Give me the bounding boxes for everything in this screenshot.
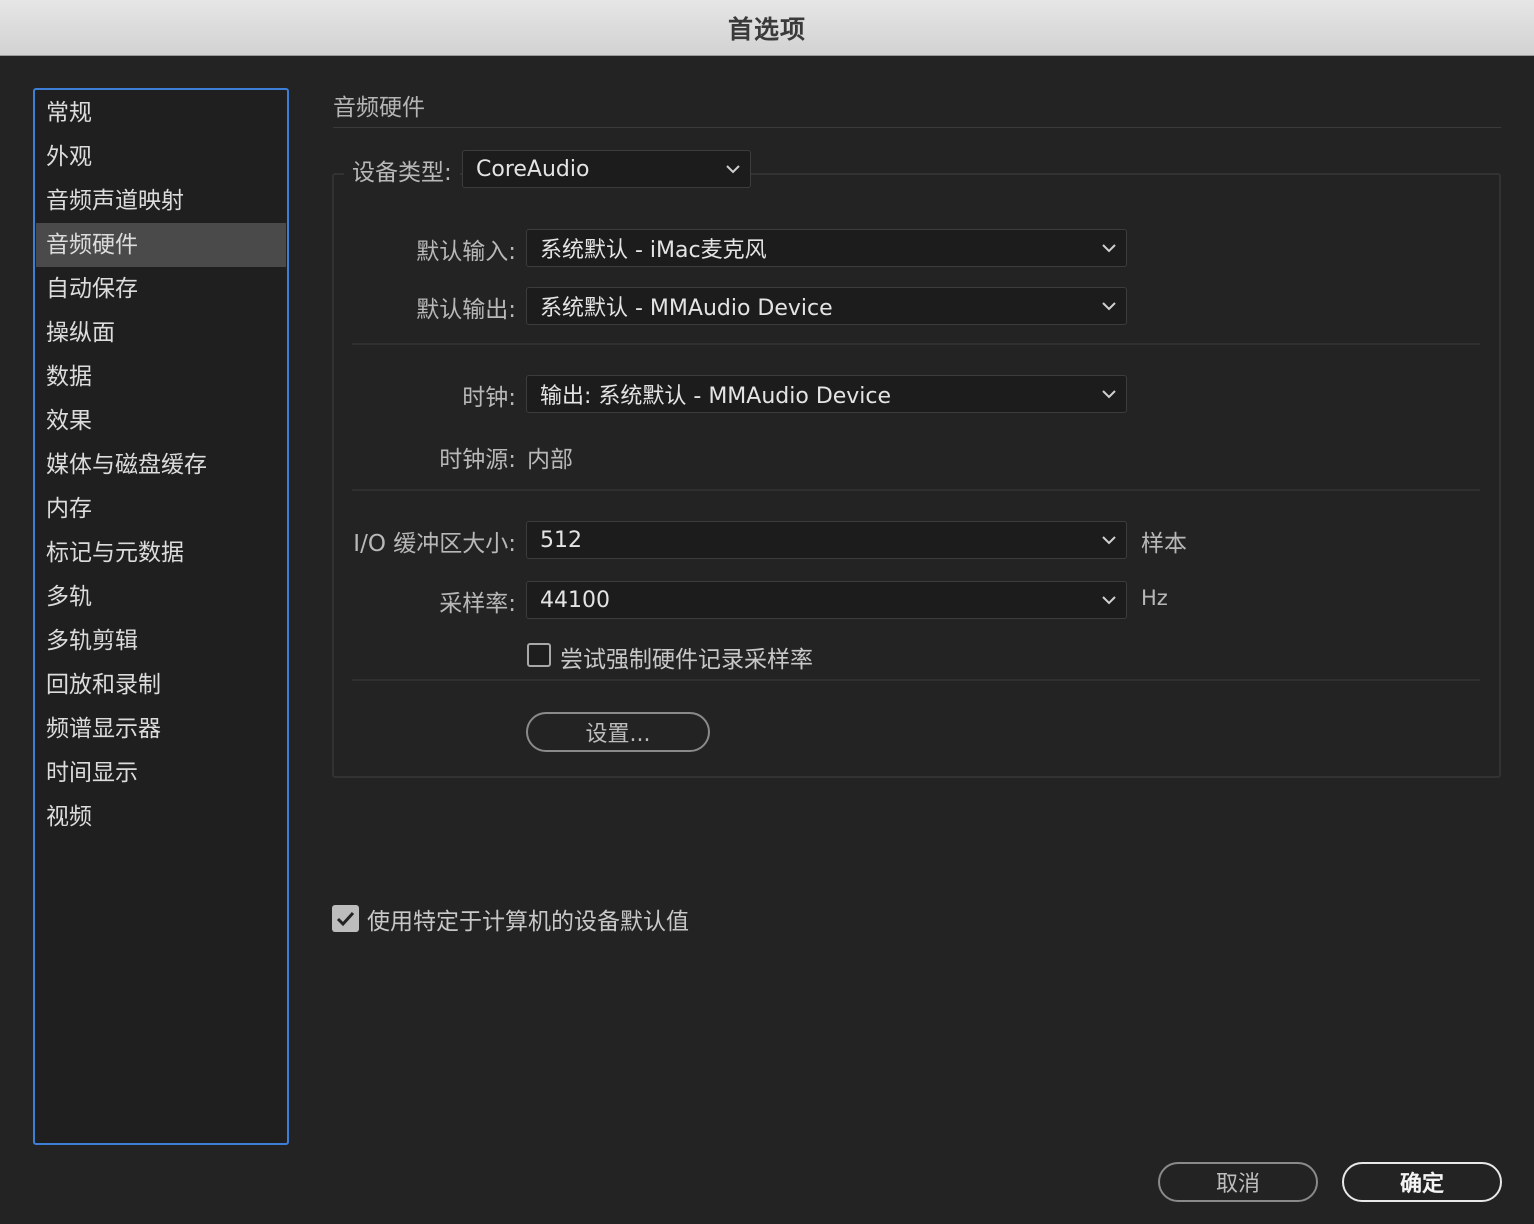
sidebar-item[interactable]: 媒体与磁盘缓存 (36, 443, 286, 487)
sidebar-item[interactable]: 效果 (36, 399, 286, 443)
io-buffer-value: 512 (540, 527, 582, 553)
group-divider (352, 343, 1480, 345)
section-heading: 音频硬件 (333, 95, 425, 121)
sample-rate-label: 采样率: (439, 591, 516, 617)
default-output-label: 默认输出: (416, 297, 516, 323)
clock-dropdown[interactable]: 输出: 系统默认 - MMAudio Device (526, 375, 1127, 413)
device-type-label: 设备类型: (352, 160, 452, 186)
io-buffer-label: I/O 缓冲区大小: (353, 531, 516, 557)
sample-rate-dropdown[interactable]: 44100 (526, 581, 1127, 619)
sample-rate-value: 44100 (540, 587, 610, 613)
sidebar-item[interactable]: 多轨剪辑 (36, 619, 286, 663)
chevron-down-icon (1092, 582, 1126, 618)
clock-value: 输出: 系统默认 - MMAudio Device (540, 384, 892, 409)
chevron-down-icon (716, 151, 750, 187)
sidebar-item[interactable]: 视频 (36, 795, 286, 839)
clock-source-value: 内部 (527, 447, 573, 473)
use-machine-defaults-checkbox[interactable] (332, 905, 359, 932)
device-type-dropdown[interactable]: CoreAudio (462, 150, 751, 188)
settings-button[interactable]: 设置... (526, 712, 710, 752)
title-bar: 首选项 (0, 0, 1534, 56)
force-sample-rate-label: 尝试强制硬件记录采样率 (560, 647, 813, 673)
force-sample-rate-checkbox[interactable] (527, 643, 551, 667)
sidebar-item[interactable]: 标记与元数据 (36, 531, 286, 575)
window-title: 首选项 (727, 14, 806, 44)
preferences-sidebar: 常规 外观 音频声道映射 音频硬件 自动保存 操纵面 数据 效果 媒体与磁盘缓存 内存 标记与元数据… (33, 88, 289, 1145)
ok-button[interactable]: 确定 (1342, 1162, 1502, 1202)
sidebar-item[interactable]: 内存 (36, 487, 286, 531)
sample-rate-unit: Hz (1141, 586, 1168, 610)
default-output-dropdown[interactable]: 系统默认 - MMAudio Device (526, 287, 1127, 325)
use-machine-defaults-label: 使用特定于计算机的设备默认值 (367, 909, 689, 935)
chevron-down-icon (1092, 376, 1126, 412)
default-output-value: 系统默认 - MMAudio Device (540, 296, 833, 321)
device-type-value: CoreAudio (476, 156, 590, 182)
group-divider (352, 679, 1480, 681)
device-type-row: 设备类型: (344, 150, 460, 190)
chevron-down-icon (1092, 522, 1126, 558)
sidebar-item[interactable]: 操纵面 (36, 311, 286, 355)
default-input-value: 系统默认 - iMac麦克风 (540, 238, 767, 263)
sidebar-item[interactable]: 多轨 (36, 575, 286, 619)
checkmark-icon (336, 911, 355, 926)
sidebar-item[interactable]: 自动保存 (36, 267, 286, 311)
clock-label: 时钟: (462, 385, 516, 411)
sidebar-item[interactable]: 常规 (36, 91, 286, 135)
preferences-dialog: 首选项 常规 外观 音频声道映射 音频硬件 自动保存 操纵面 数据 效果 媒体与磁盘缓存 内存 标记… (0, 0, 1534, 1224)
sidebar-item[interactable]: 数据 (36, 355, 286, 399)
chevron-down-icon (1092, 288, 1126, 324)
section-divider (333, 127, 1501, 128)
group-divider (352, 489, 1480, 491)
sidebar-item[interactable]: 时间显示 (36, 751, 286, 795)
sidebar-item[interactable]: 回放和录制 (36, 663, 286, 707)
sidebar-item[interactable]: 音频声道映射 (36, 179, 286, 223)
sidebar-item[interactable]: 音频硬件 (36, 223, 286, 267)
cancel-button[interactable]: 取消 (1158, 1162, 1318, 1202)
chevron-down-icon (1092, 230, 1126, 266)
io-buffer-unit: 样本 (1141, 531, 1187, 557)
clock-source-label: 时钟源: (439, 447, 516, 473)
default-input-dropdown[interactable]: 系统默认 - iMac麦克风 (526, 229, 1127, 267)
default-input-label: 默认输入: (416, 239, 516, 265)
io-buffer-dropdown[interactable]: 512 (526, 521, 1127, 559)
sidebar-item[interactable]: 外观 (36, 135, 286, 179)
sidebar-item[interactable]: 频谱显示器 (36, 707, 286, 751)
